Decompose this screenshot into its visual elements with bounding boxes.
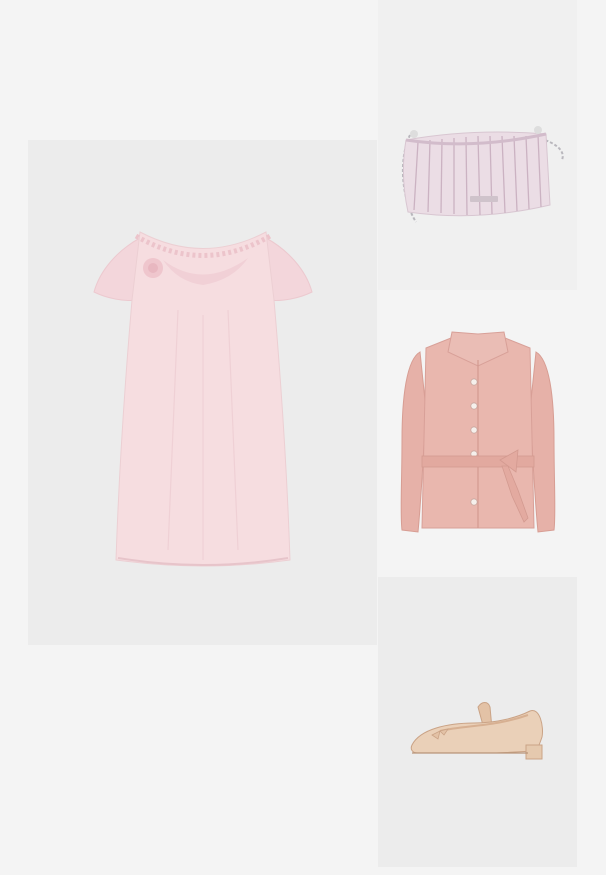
bag-icon: [401, 126, 564, 223]
jacket-icon: [400, 331, 556, 533]
product-tile-jacket[interactable]: ONLY: [378, 290, 577, 577]
dress-icon: [93, 231, 313, 567]
product-tile-bag[interactable]: —: [378, 0, 577, 290]
product-tile-shoe[interactable]: [378, 577, 577, 867]
shoe-icon: [410, 702, 543, 760]
product-tile-dress[interactable]: [28, 140, 377, 645]
